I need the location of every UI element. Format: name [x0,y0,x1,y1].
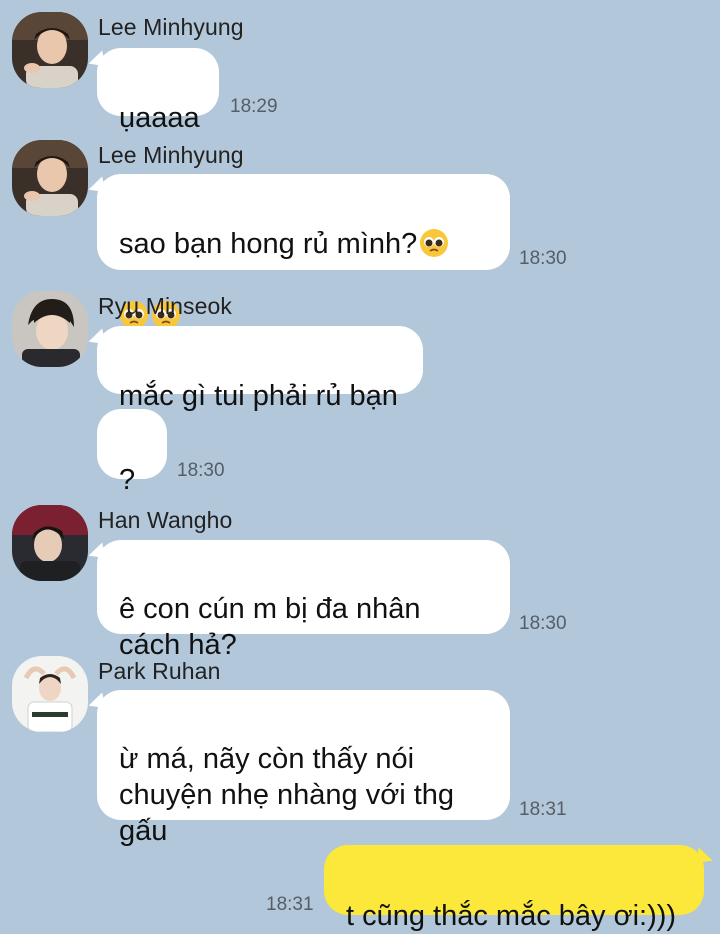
message-text: sao bạn hong rủ mình? [119,228,418,260]
avatar-park-ruhan[interactable] [12,656,88,732]
avatar-han-wangho[interactable] [12,505,88,581]
message-text: ? [119,464,136,496]
pleading-face-emoji-icon [420,229,449,257]
profile-photo-icon [12,656,88,732]
avatar-lee-minhyung[interactable] [12,12,88,88]
sender-name: Lee Minhyung [98,14,244,40]
message-bubble[interactable]: ? [97,409,167,496]
sender-name: Han Wangho [98,507,233,533]
avatar-lee-minhyung[interactable] [12,140,88,216]
message-time: 18:30 [519,248,567,269]
message-time: 18:30 [177,460,225,481]
avatar-ryu-minseok[interactable] [12,291,88,367]
profile-photo-icon [12,140,88,216]
message-text: ừ má, nãy còn thấy nói chuyện nhẹ nhàng … [119,743,455,847]
message-bubble[interactable]: ừ má, nãy còn thấy nói chuyện nhẹ nhàng … [97,690,510,847]
message-text: mắc gì tui phải rủ bạn [119,380,398,412]
message-bubble[interactable]: mắc gì tui phải rủ bạn [97,326,423,412]
sender-name: Park Ruhan [98,658,221,684]
message-text: ê con cún m bị đa nhân cách hả? [119,593,421,661]
message-bubble[interactable]: ê con cún m bị đa nhân cách hả? [97,540,510,661]
profile-photo-icon [12,505,88,581]
profile-photo-icon [12,12,88,88]
message-text: t cũng thắc mắc bây ơi:))) [346,900,677,932]
message-bubble[interactable]: sao bạn hong rủ mình? [97,174,510,329]
message-time: 18:31 [266,894,314,915]
message-time: 18:31 [519,799,567,820]
message-text: ụaaaa [119,102,200,134]
profile-photo-icon [12,291,88,367]
sender-name: Ryu Minseok [98,293,233,319]
outgoing-message-bubble[interactable]: t cũng thắc mắc bây ơi:))) [324,845,704,932]
message-time: 18:30 [519,613,567,634]
sender-name: Lee Minhyung [98,142,244,168]
message-bubble[interactable]: ụaaaa [97,48,219,134]
message-time: 18:29 [230,96,278,117]
